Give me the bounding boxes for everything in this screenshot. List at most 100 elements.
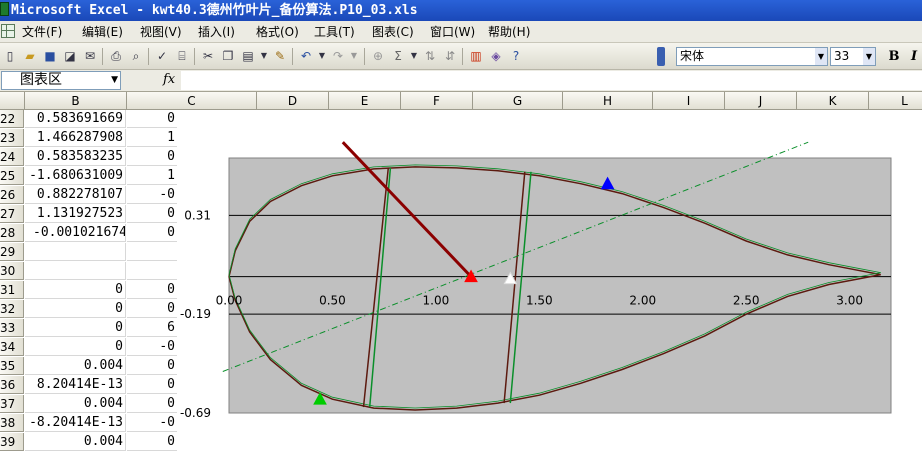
row-header[interactable]: 35 [0, 357, 24, 375]
cell-b25[interactable]: -1.680631009 [25, 167, 126, 185]
name-box-dropdown-icon[interactable]: ▼ [111, 72, 118, 89]
row-header[interactable]: 33 [0, 319, 24, 337]
autosum-icon[interactable]: Σ [390, 48, 406, 64]
cell-b35[interactable]: 0.004 [25, 357, 126, 375]
cell-c34[interactable]: -0 [127, 338, 177, 356]
row-header[interactable]: 22 [0, 110, 24, 128]
row-header[interactable]: 25 [0, 167, 24, 185]
cell-c31[interactable]: 0 [127, 281, 177, 299]
cell-b39[interactable]: 0.004 [25, 433, 126, 451]
column-header-e[interactable]: E [329, 92, 401, 110]
sort-ascending-icon[interactable]: ⇅ [422, 48, 438, 64]
column-header-b[interactable]: B [25, 92, 127, 110]
format-painter-icon[interactable]: ✎ [272, 48, 288, 64]
new-file-icon[interactable]: ▯ [2, 48, 18, 64]
cell-c26[interactable]: -0 [127, 186, 177, 204]
row-header[interactable]: 37 [0, 395, 24, 413]
cell-b32[interactable]: 0 [25, 300, 126, 318]
cell-b22[interactable]: 0.583691669 [25, 110, 126, 128]
redo-icon[interactable]: ↷ [330, 48, 346, 64]
cell-b30[interactable] [25, 262, 126, 280]
row-header[interactable]: 38 [0, 414, 24, 432]
column-header-k[interactable]: K [797, 92, 869, 110]
spelling-icon[interactable]: ✓ [154, 48, 170, 64]
cell-b29[interactable] [25, 243, 126, 261]
insert-function-button[interactable]: fx [163, 72, 175, 87]
cell-b24[interactable]: 0.583583235 [25, 148, 126, 166]
font-name-select[interactable]: 宋体 ▼ [676, 47, 828, 66]
cell-c22[interactable]: 0 [127, 110, 177, 128]
paste-icon[interactable]: ▤ [240, 48, 256, 64]
cell-b28[interactable]: -0.001021674 [25, 224, 126, 242]
cell-b38[interactable]: -8.20414E-13 [25, 414, 126, 432]
cell-c38[interactable]: -0 [127, 414, 177, 432]
copy-icon[interactable]: ❐ [220, 48, 236, 64]
cell-b33[interactable]: 0 [25, 319, 126, 337]
cell-c32[interactable]: 0 [127, 300, 177, 318]
row-header[interactable]: 39 [0, 433, 24, 451]
cell-c24[interactable]: 0 [127, 148, 177, 166]
excel-app-icon[interactable] [0, 2, 9, 16]
chart-wizard-icon[interactable]: ▥ [468, 48, 484, 64]
bold-button[interactable]: B [886, 47, 902, 66]
row-header[interactable]: 36 [0, 376, 24, 394]
row-header[interactable]: 26 [0, 186, 24, 204]
row-header[interactable]: 30 [0, 262, 24, 280]
cell-b34[interactable]: 0 [25, 338, 126, 356]
row-header[interactable]: 29 [0, 243, 24, 261]
column-header-f[interactable]: F [401, 92, 473, 110]
row-header[interactable]: 27 [0, 205, 24, 223]
cell-b23[interactable]: 1.466287908 [25, 129, 126, 147]
redo-dropdown-icon[interactable]: ▼ [346, 48, 362, 64]
cell-b27[interactable]: 1.131927523 [25, 205, 126, 223]
row-header[interactable]: 24 [0, 148, 24, 166]
font-name-dropdown-icon[interactable]: ▼ [815, 48, 827, 65]
cell-c27[interactable]: 0 [127, 205, 177, 223]
cell-c29[interactable] [127, 243, 177, 261]
print-icon[interactable]: ⎙ [108, 48, 124, 64]
formula-input[interactable] [181, 71, 922, 90]
undo-dropdown-icon[interactable]: ▼ [314, 48, 330, 64]
paste-dropdown-icon[interactable]: ▼ [256, 48, 272, 64]
cell-b31[interactable]: 0 [25, 281, 126, 299]
column-header-d[interactable]: D [257, 92, 329, 110]
print-preview-icon[interactable]: ⌕ [128, 48, 144, 64]
cut-icon[interactable]: ✂ [200, 48, 216, 64]
menu-chart[interactable]: 图表(C) [372, 24, 414, 41]
column-header-l[interactable]: L [869, 92, 922, 110]
menu-view[interactable]: 视图(V) [140, 24, 182, 41]
cell-c36[interactable]: 0 [127, 376, 177, 394]
undo-icon[interactable]: ↶ [298, 48, 314, 64]
sort-descending-icon[interactable]: ⇵ [442, 48, 458, 64]
row-header[interactable]: 31 [0, 281, 24, 299]
hyperlink-icon[interactable]: ⊕ [370, 48, 386, 64]
font-size-dropdown-icon[interactable]: ▼ [863, 48, 875, 65]
cell-b37[interactable]: 0.004 [25, 395, 126, 413]
menu-insert[interactable]: 插入(I) [198, 24, 235, 41]
cell-b36[interactable]: 8.20414E-13 [25, 376, 126, 394]
toolbar-grip-handle[interactable] [657, 47, 665, 66]
row-header[interactable]: 32 [0, 300, 24, 318]
row-header[interactable]: 28 [0, 224, 24, 242]
menu-window[interactable]: 窗口(W) [430, 24, 475, 41]
cell-c30[interactable] [127, 262, 177, 280]
cell-c39[interactable]: 0 [127, 433, 177, 451]
menu-help[interactable]: 帮助(H) [488, 24, 530, 41]
italic-button[interactable]: I [906, 47, 922, 66]
column-header-h[interactable]: H [563, 92, 653, 110]
menu-format[interactable]: 格式(O) [256, 24, 299, 41]
row-header[interactable]: 34 [0, 338, 24, 356]
cell-c23[interactable]: 1 [127, 129, 177, 147]
open-folder-icon[interactable]: ▰ [22, 48, 38, 64]
menu-tools[interactable]: 工具(T) [314, 24, 355, 41]
plot-area[interactable] [228, 157, 892, 414]
cell-c37[interactable]: 0 [127, 395, 177, 413]
column-header-i[interactable]: I [653, 92, 725, 110]
save-icon[interactable]: ■ [42, 48, 58, 64]
permission-icon[interactable]: ◪ [62, 48, 78, 64]
research-icon[interactable]: ⌸ [174, 48, 190, 64]
drawing-icon[interactable]: ◈ [488, 48, 504, 64]
cell-c28[interactable]: 0 [127, 224, 177, 242]
cell-c33[interactable]: 6 [127, 319, 177, 337]
sheet-grid-icon[interactable] [1, 24, 15, 38]
